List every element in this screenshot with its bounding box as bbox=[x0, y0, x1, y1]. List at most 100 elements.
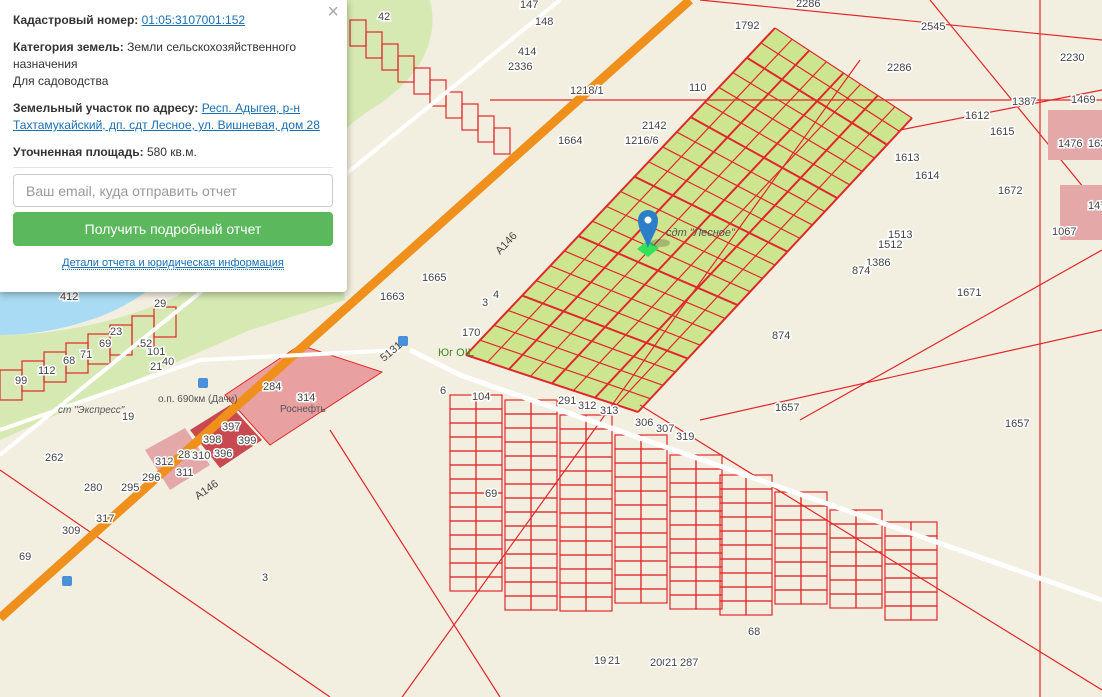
parcel-boundary bbox=[559, 540, 587, 556]
close-icon[interactable]: × bbox=[327, 2, 339, 22]
parcel-boundary bbox=[640, 518, 668, 534]
parcel-boundary bbox=[530, 595, 558, 611]
parcel-boundary bbox=[800, 561, 828, 577]
parcel-boundary bbox=[504, 399, 532, 415]
parcel-boundary bbox=[585, 442, 613, 458]
parcel-number-label: 23 bbox=[110, 326, 122, 338]
parcel-boundary bbox=[449, 492, 477, 508]
parcel-boundary bbox=[559, 498, 587, 514]
gas-station-label: Юг OIL bbox=[438, 347, 474, 359]
parcel-boundary bbox=[585, 498, 613, 514]
parcel-boundary bbox=[449, 422, 477, 438]
parcel-number-label: 3 bbox=[482, 297, 488, 309]
parcel-boundary bbox=[669, 580, 697, 596]
parcel-boundary bbox=[719, 474, 747, 490]
usage-value: Для садоводства bbox=[13, 74, 109, 88]
parcel-boundary bbox=[449, 436, 477, 452]
category-row: Категория земель: Земли сельскохозяйстве… bbox=[13, 39, 333, 90]
parcel-boundary bbox=[449, 408, 477, 424]
parcel-number-label: 309 bbox=[62, 525, 80, 537]
parcel-number-label: 313 bbox=[600, 405, 618, 417]
parcel-boundary bbox=[774, 561, 802, 577]
parcel-number-label: 148 bbox=[535, 16, 553, 28]
parcel-number-label: 42 bbox=[378, 11, 390, 23]
cadastral-number-link[interactable]: 01:05:3107001:152 bbox=[142, 13, 245, 27]
parcel-boundary bbox=[719, 544, 747, 560]
cadastral-label: Кадастровый номер: bbox=[13, 13, 139, 27]
parcel-boundary bbox=[449, 464, 477, 480]
parcel-boundary bbox=[475, 464, 503, 480]
parcel-boundary bbox=[829, 593, 857, 609]
parcel-boundary bbox=[695, 538, 723, 554]
parcel-number-label: 398 bbox=[203, 434, 221, 446]
parcel-boundary bbox=[559, 596, 587, 612]
parcel-boundary bbox=[640, 504, 668, 520]
parcel-boundary bbox=[695, 482, 723, 498]
parcel-number-label: 1513 bbox=[888, 229, 912, 241]
parcel-boundary bbox=[829, 579, 857, 595]
parcel-boundary bbox=[745, 600, 773, 616]
parcel-boundary bbox=[504, 497, 532, 513]
parcel-boundary bbox=[640, 490, 668, 506]
parcel-boundary bbox=[585, 484, 613, 500]
parcel-number-label: 112 bbox=[38, 365, 56, 377]
parcel-number-label: 1792 bbox=[735, 20, 759, 32]
parcel-boundary bbox=[745, 544, 773, 560]
bus-stop-icon[interactable] bbox=[62, 576, 72, 586]
parcel-boundary bbox=[614, 518, 642, 534]
parcel-number-label: 29 bbox=[154, 298, 166, 310]
parcel-number-label: 1477 bbox=[1088, 200, 1102, 212]
parcel-boundary bbox=[504, 567, 532, 583]
parcel-boundary bbox=[449, 450, 477, 466]
parcel-boundary bbox=[669, 496, 697, 512]
parcel-boundary bbox=[695, 566, 723, 582]
bus-stop-icon[interactable] bbox=[398, 336, 408, 346]
parcel-boundary bbox=[449, 506, 477, 522]
parcel-number-label: 68 bbox=[748, 626, 760, 638]
parcel-boundary bbox=[475, 562, 503, 578]
parcel-number-label: 71 bbox=[80, 349, 92, 361]
parcel-boundary bbox=[504, 595, 532, 611]
email-input[interactable] bbox=[13, 174, 333, 207]
parcel-boundary bbox=[719, 600, 747, 616]
report-details-link[interactable]: Детали отчета и юридическая информация bbox=[62, 257, 284, 270]
parcel-boundary bbox=[585, 568, 613, 584]
parcel-number-label: 21 bbox=[608, 655, 620, 667]
parcel-boundary bbox=[774, 547, 802, 563]
get-report-button[interactable]: Получить подробный отчет bbox=[13, 212, 333, 246]
parcel-boundary bbox=[800, 547, 828, 563]
parcel-boundary bbox=[829, 565, 857, 581]
parcel-boundary bbox=[745, 586, 773, 602]
parcel-boundary bbox=[774, 589, 802, 605]
parcel-boundary bbox=[504, 427, 532, 443]
parcel-number-label: 1387 bbox=[1012, 96, 1036, 108]
parcel-number-label: 397 bbox=[222, 421, 240, 433]
parcel-boundary bbox=[475, 520, 503, 536]
parcel-boundary bbox=[855, 579, 883, 595]
parcel-boundary bbox=[800, 575, 828, 591]
parcel-boundary bbox=[585, 526, 613, 542]
parcel-boundary bbox=[884, 591, 912, 607]
parcel-boundary bbox=[504, 455, 532, 471]
station-label: ст "Экспресс" bbox=[58, 405, 125, 416]
parcel-boundary bbox=[445, 91, 463, 119]
parcel-boundary bbox=[614, 574, 642, 590]
parcel-number-label: 291 bbox=[558, 395, 576, 407]
parcel-boundary bbox=[745, 516, 773, 532]
parcel-boundary bbox=[910, 549, 938, 565]
parcel-boundary bbox=[910, 563, 938, 579]
parcel-number-label: 1672 bbox=[998, 185, 1022, 197]
parcel-boundary bbox=[669, 468, 697, 484]
parcel-boundary bbox=[504, 469, 532, 485]
parcel-boundary bbox=[695, 524, 723, 540]
parcel-number-label: 280 bbox=[84, 482, 102, 494]
bus-stop-icon[interactable] bbox=[198, 378, 208, 388]
parcel-boundary bbox=[719, 558, 747, 574]
parcel-boundary bbox=[614, 532, 642, 548]
parcel-boundary bbox=[745, 530, 773, 546]
area-value: 580 кв.м. bbox=[146, 145, 197, 159]
parcel-number-label: 1067 bbox=[1052, 226, 1076, 238]
parcel-boundary bbox=[530, 553, 558, 569]
parcel-boundary bbox=[504, 553, 532, 569]
parcel-boundary bbox=[559, 470, 587, 486]
